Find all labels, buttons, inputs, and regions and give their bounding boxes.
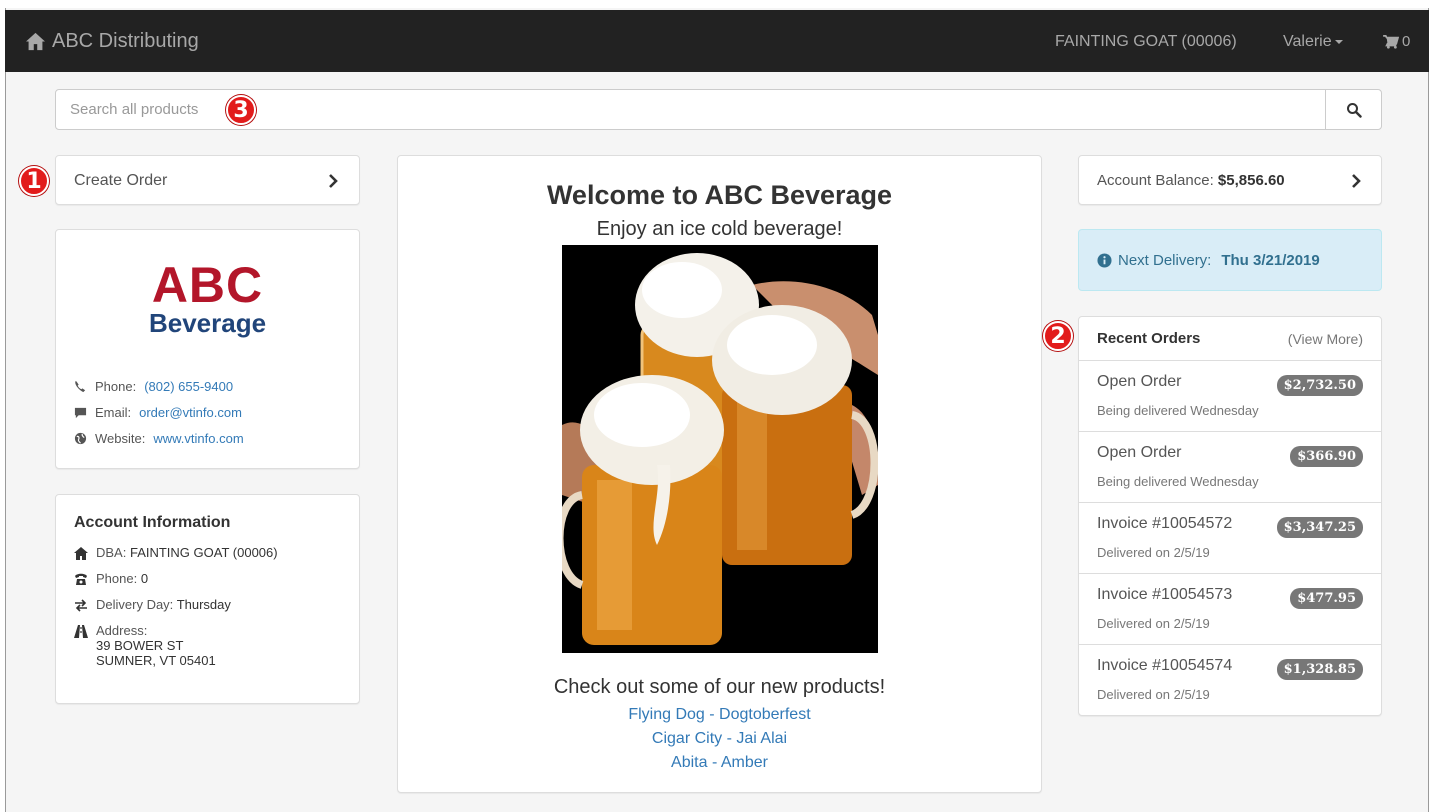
order-name: Open Order <box>1097 373 1182 390</box>
email-link[interactable]: order@vtinfo.com <box>139 405 242 420</box>
dba-value: FAINTING GOAT (00006) <box>129 545 278 560</box>
cart-link[interactable]: 0 <box>1383 33 1410 50</box>
contact-email: Email: order@vtinfo.com <box>74 405 242 420</box>
logo-beverage-text: Beverage <box>148 308 267 338</box>
order-amount-badge: $2,732.50 <box>1276 375 1363 396</box>
recent-orders-panel: Recent Orders (View More) Open Order $2,… <box>1078 316 1382 716</box>
transfer-icon <box>75 599 87 612</box>
next-delivery-label: Next Delivery: <box>1118 252 1212 269</box>
account-information-title: Account Information <box>74 514 231 531</box>
search-button[interactable] <box>1325 90 1381 129</box>
chevron-right-icon <box>329 174 338 188</box>
order-status: Being delivered Wednesday <box>1097 474 1259 489</box>
comment-icon <box>74 407 87 419</box>
address-line1: 39 BOWER ST <box>96 638 184 653</box>
address-label: Address: <box>96 623 148 638</box>
order-row[interactable]: Invoice #10054573 $477.95 Delivered on 2… <box>1079 574 1381 645</box>
dba-label: DBA: <box>96 545 127 560</box>
order-status: Delivered on 2/5/19 <box>1097 545 1210 560</box>
contact-phone-label: Phone: <box>95 379 137 394</box>
address-line2: SUMNER, VT 05401 <box>96 653 216 668</box>
order-row[interactable]: Open Order $366.90 Being delivered Wedne… <box>1079 432 1381 503</box>
contact-website: Website: www.vtinfo.com <box>74 431 244 446</box>
account-balance-text: Account Balance: $5,856.60 <box>1097 172 1285 189</box>
order-amount-badge: $366.90 <box>1290 446 1363 467</box>
welcome-heading: Welcome to ABC Beverage <box>546 180 893 210</box>
user-name: Valerie <box>1283 33 1332 50</box>
order-row[interactable]: Invoice #10054574 $1,328.85 Delivered on… <box>1079 645 1381 716</box>
search-icon <box>1346 102 1362 118</box>
home-icon <box>74 547 88 560</box>
info-icon <box>1097 253 1112 268</box>
distributor-card: ABC Beverage Phone: (802) 655-9400 Email… <box>55 229 360 469</box>
product-link[interactable]: Cigar City - Jai Alai <box>398 730 1041 748</box>
welcome-tagline: Enjoy an ice cold beverage! <box>596 218 843 240</box>
order-status: Delivered on 2/5/19 <box>1097 616 1210 631</box>
cart-icon <box>1383 34 1399 49</box>
top-navbar: ABC Distributing FAINTING GOAT (00006) V… <box>5 10 1429 72</box>
account-phone-value: 0 <box>140 571 149 586</box>
delivery-day-value: Thursday <box>176 597 231 612</box>
account-dba: DBA: FAINTING GOAT (00006) <box>74 545 278 560</box>
beer-mugs-illustration <box>562 245 878 653</box>
account-address: Address: 39 BOWER ST SUMNER, VT 05401 <box>74 623 216 668</box>
account-phone: Phone: 0 <box>74 571 148 586</box>
globe-icon <box>74 432 87 445</box>
recent-orders-header: Recent Orders (View More) <box>1079 317 1381 361</box>
phone-icon <box>75 380 86 393</box>
order-status: Delivered on 2/5/19 <box>1097 687 1210 702</box>
callout-2: 2 <box>1043 321 1073 351</box>
new-products-heading: Check out some of our new products! <box>553 676 886 698</box>
account-balance-button[interactable]: Account Balance: $5,856.60 <box>1078 155 1382 205</box>
account-phone-label: Phone: <box>96 571 138 586</box>
website-link[interactable]: www.vtinfo.com <box>153 431 243 446</box>
caret-down-icon <box>1334 39 1343 44</box>
create-order-button[interactable]: Create Order <box>55 155 360 205</box>
account-information-card: Account Information DBA: FAINTING GOAT (… <box>55 494 360 704</box>
brand-link[interactable]: ABC Distributing <box>25 30 199 53</box>
next-delivery-text: Next Delivery: Thu 3/21/2019 <box>1097 252 1320 269</box>
product-link[interactable]: Flying Dog - Dogtoberfest <box>398 706 1041 724</box>
order-name: Invoice #10054574 <box>1097 657 1233 674</box>
callout-3: 3 <box>226 95 256 125</box>
order-name: Invoice #10054572 <box>1097 515 1233 532</box>
contact-email-label: Email: <box>95 405 132 420</box>
contact-phone: Phone: (802) 655-9400 <box>74 379 233 394</box>
recent-orders-title: Recent Orders <box>1097 330 1201 347</box>
contact-website-label: Website: <box>95 431 146 446</box>
order-amount-badge: $3,347.25 <box>1276 517 1363 538</box>
home-icon <box>26 32 45 51</box>
next-delivery-value: Thu 3/21/2019 <box>1221 252 1320 269</box>
order-name: Open Order <box>1097 444 1182 461</box>
phone-link[interactable]: (802) 655-9400 <box>144 379 233 394</box>
logo-abc-text: ABC <box>151 257 264 313</box>
next-delivery-alert: Next Delivery: Thu 3/21/2019 <box>1078 229 1382 291</box>
delivery-day-label: Delivery Day: <box>96 597 174 612</box>
account-delivery-day: Delivery Day: Thursday <box>74 597 231 612</box>
order-status: Being delivered Wednesday <box>1097 403 1259 418</box>
balance-label: Account Balance: <box>1097 172 1214 189</box>
chevron-right-icon <box>1352 174 1361 188</box>
create-order-label: Create Order <box>74 172 168 189</box>
brand-name: ABC Distributing <box>52 30 199 52</box>
road-icon <box>74 625 88 638</box>
order-amount-badge: $1,328.85 <box>1276 659 1363 680</box>
view-more-link[interactable]: (View More) <box>1288 331 1363 347</box>
welcome-panel: Welcome to ABC Beverage Enjoy an ice col… <box>397 155 1042 793</box>
beer-mugs-image <box>562 245 878 653</box>
callout-1: 1 <box>19 166 49 196</box>
user-menu[interactable]: Valerie <box>1283 33 1343 51</box>
order-amount-badge: $477.95 <box>1290 588 1363 609</box>
telephone-icon <box>75 573 87 585</box>
cart-count: 0 <box>1402 33 1411 50</box>
order-name: Invoice #10054573 <box>1097 586 1233 603</box>
balance-value: $5,856.60 <box>1217 172 1285 189</box>
current-account[interactable]: FAINTING GOAT (00006) <box>1055 33 1237 51</box>
order-row[interactable]: Open Order $2,732.50 Being delivered Wed… <box>1079 361 1381 432</box>
product-link[interactable]: Abita - Amber <box>398 754 1041 772</box>
order-row[interactable]: Invoice #10054572 $3,347.25 Delivered on… <box>1079 503 1381 574</box>
